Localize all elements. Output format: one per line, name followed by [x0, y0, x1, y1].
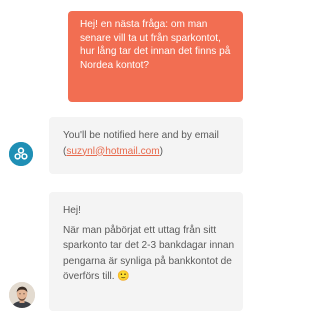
- agent-photo: [9, 282, 35, 308]
- user-message-text: Hej! en nästa fråga: om man senare vill …: [80, 19, 231, 71]
- chat-conversation: Hej! en nästa fråga: om man senare vill …: [0, 0, 250, 318]
- bot-avatar: [9, 142, 33, 166]
- agent-message-text: När man påbörjat ett uttag från sitt spa…: [63, 224, 235, 283]
- agent-message-bubble: Hej! När man påbörjat ett uttag från sit…: [49, 192, 243, 311]
- bubbles-icon: [9, 142, 33, 166]
- notification-email-link[interactable]: suzynl@hotmail.com: [66, 146, 159, 157]
- bot-message-text-end: ): [159, 145, 164, 157]
- user-message-bubble: Hej! en nästa fråga: om man senare vill …: [68, 11, 243, 102]
- bot-message-bubble: You'll be notified here and by email (su…: [49, 117, 243, 174]
- agent-greeting: Hej!: [63, 205, 81, 216]
- agent-avatar: [9, 282, 35, 308]
